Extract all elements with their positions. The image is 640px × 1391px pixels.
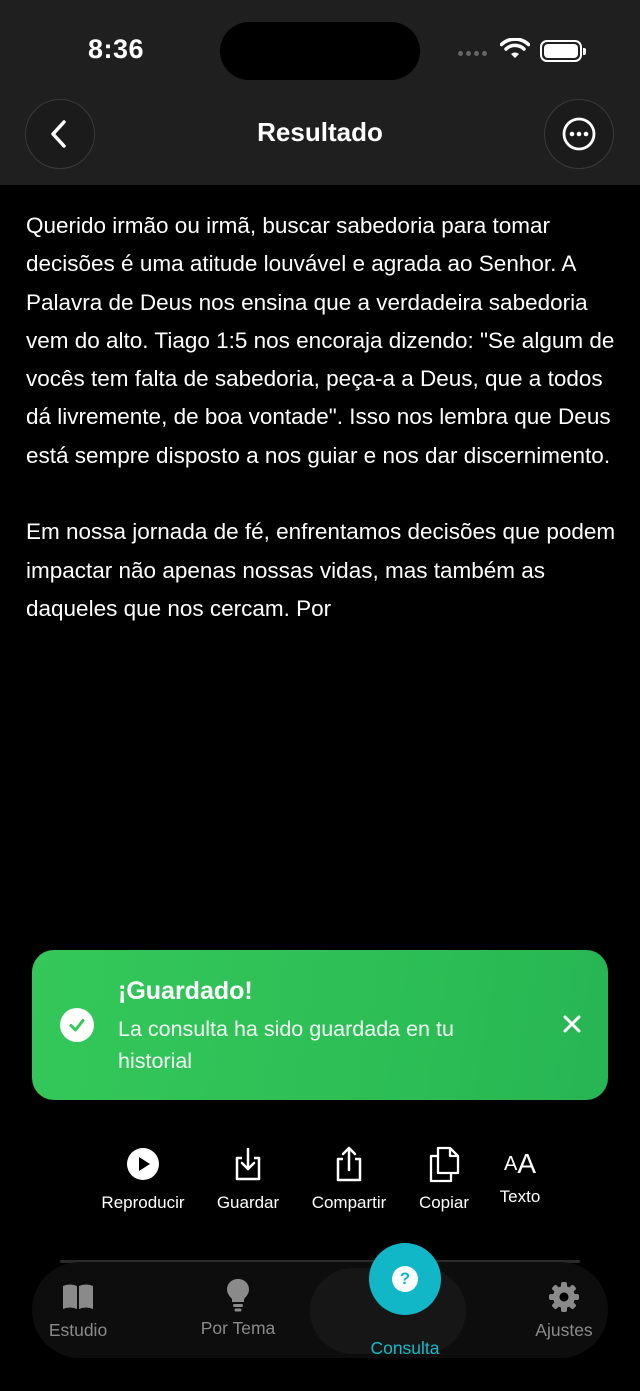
text-size-button[interactable]: AA Texto — [488, 1143, 552, 1207]
copy-button[interactable]: Copiar — [408, 1143, 480, 1213]
action-toolbar: Reproducir Guardar Compartir Copiar A A … — [0, 1143, 640, 1223]
text-size-label: Texto — [499, 1187, 541, 1206]
share-button[interactable]: Compartir — [300, 1143, 398, 1213]
more-icon — [562, 117, 596, 151]
play-label: Reproducir — [101, 1193, 185, 1212]
checkmark-icon — [60, 1008, 94, 1042]
tab-consulta[interactable]: ? — [369, 1243, 441, 1315]
share-icon — [336, 1146, 362, 1182]
top-bar: 8:36 Resultado — [0, 0, 640, 185]
dynamic-island — [220, 22, 420, 80]
result-paragraph: Querido irmão ou irmã, buscar sabedoria … — [26, 213, 615, 468]
wifi-icon — [500, 38, 530, 58]
tab-por-tema[interactable]: Por Tema — [190, 1278, 286, 1339]
status-time: 8:36 — [88, 34, 145, 64]
download-icon — [235, 1147, 261, 1181]
copy-icon — [429, 1146, 460, 1183]
tab-ajustes-label: Ajustes — [535, 1320, 593, 1340]
cellular-signal-icon — [458, 51, 487, 56]
saved-toast: ¡Guardado! La consulta ha sido guardada … — [32, 950, 608, 1100]
battery-icon — [540, 40, 586, 62]
close-icon[interactable] — [560, 1012, 584, 1036]
tab-consulta-label: Consulta — [370, 1338, 440, 1358]
text-size-icon: AA — [503, 1148, 537, 1179]
save-button[interactable]: Guardar — [208, 1143, 288, 1213]
save-label: Guardar — [216, 1193, 280, 1212]
tab-estudio[interactable]: Estudio — [38, 1280, 118, 1341]
copy-label: Copiar — [418, 1193, 470, 1212]
toast-title: ¡Guardado! — [118, 977, 253, 1005]
result-paragraph: Em nossa jornada de fé, enfrentamos deci… — [26, 519, 616, 621]
tab-por-tema-label: Por Tema — [200, 1318, 276, 1338]
question-icon: ? — [392, 1266, 418, 1292]
result-text: Querido irmão ou irmã, buscar sabedoria … — [26, 207, 622, 667]
more-options-button[interactable] — [544, 99, 614, 169]
tab-ajustes[interactable]: Ajustes — [522, 1280, 606, 1341]
tab-estudio-label: Estudio — [48, 1320, 108, 1340]
toast-message: La consulta ha sido guardada en tu histo… — [118, 1017, 454, 1073]
lightbulb-icon — [227, 1279, 249, 1312]
share-label: Compartir — [311, 1193, 387, 1212]
gear-icon — [549, 1282, 579, 1312]
play-button[interactable]: Reproducir — [92, 1143, 194, 1213]
play-icon — [127, 1148, 159, 1180]
book-icon — [63, 1284, 93, 1309]
